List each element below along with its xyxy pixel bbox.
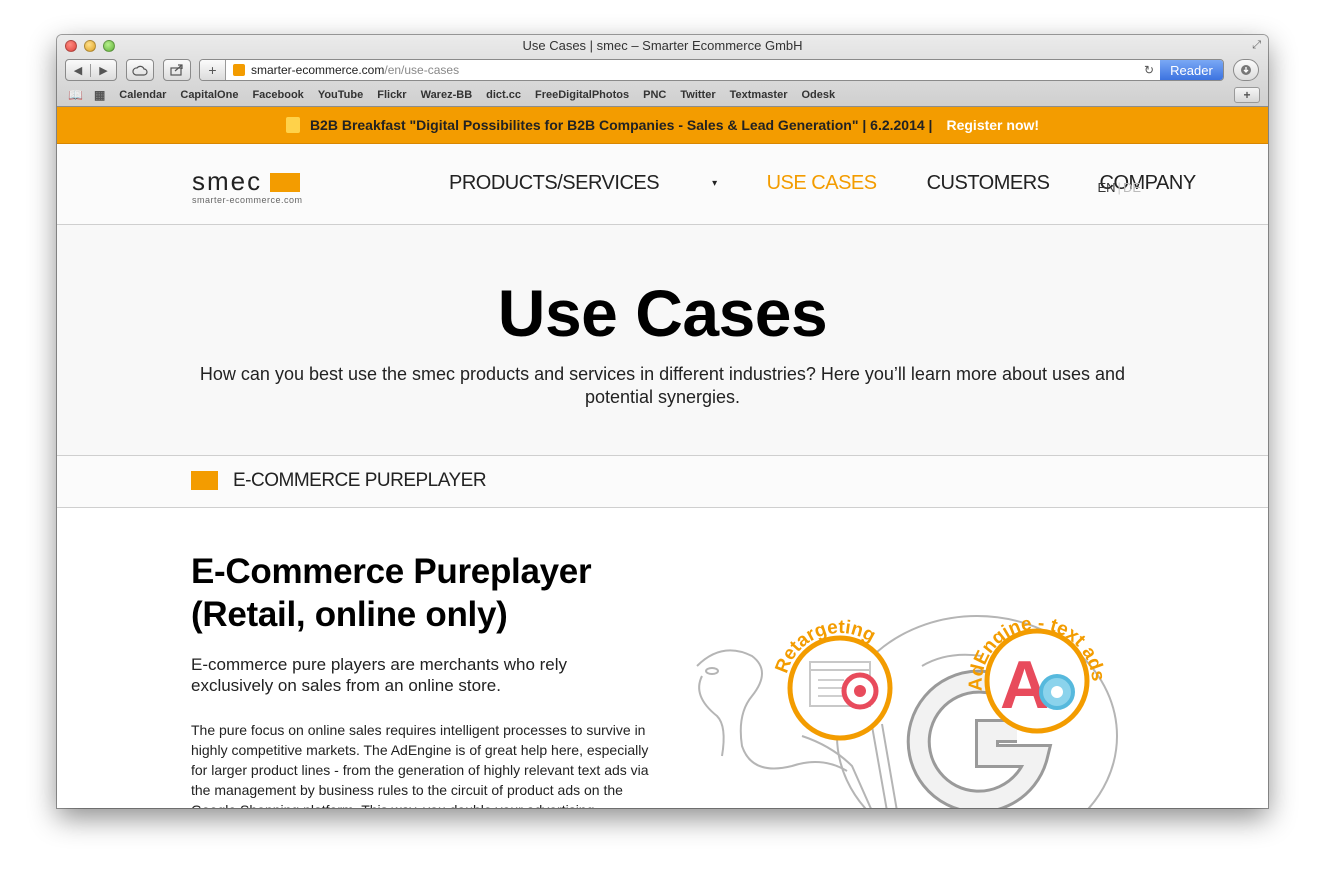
window-title: Use Cases | smec – Smarter Ecommerce Gmb… <box>522 38 803 53</box>
site-favicon-icon <box>233 64 245 76</box>
warning-icon <box>285 117 300 133</box>
register-now-link[interactable]: Register now! <box>946 117 1039 133</box>
retargeting-badge <box>787 635 893 741</box>
use-case-illustration: Retargeting A AdEngine - text ads produ <box>696 613 1118 808</box>
url-path: /en/use-cases <box>384 63 460 77</box>
bookmark-item[interactable]: dict.cc <box>486 89 521 101</box>
lang-separator: | <box>1117 180 1121 195</box>
bookmark-item[interactable]: CapitalOne <box>180 89 238 101</box>
nav-customers[interactable]: CUSTOMERS <box>927 172 1050 195</box>
bookmark-item[interactable]: Textmaster <box>730 89 788 101</box>
add-bookmark-icon[interactable]: + <box>200 60 226 80</box>
section-tab-bar: E-COMMERCE PUREPLAYER <box>57 456 1268 508</box>
bookmark-item[interactable]: PNC <box>643 89 666 101</box>
reload-icon[interactable]: ↻ <box>1144 63 1154 77</box>
download-icon <box>1241 65 1251 75</box>
bookmark-item[interactable]: Facebook <box>252 89 303 101</box>
downloads-button[interactable] <box>1233 59 1259 81</box>
share-icon <box>170 64 183 76</box>
content-area: E-Commerce Pureplayer (Retail, online on… <box>57 508 1268 808</box>
forward-icon[interactable]: ▶ <box>91 64 116 77</box>
url-host: smarter-ecommerce.com <box>251 63 385 77</box>
section-tab-ecommerce-pureplayer[interactable]: E-COMMERCE PUREPLAYER <box>233 470 487 492</box>
bookmark-item[interactable]: Odesk <box>802 89 836 101</box>
bookmark-item[interactable]: YouTube <box>318 89 363 101</box>
hero-section: Use Cases How can you best use the smec … <box>57 225 1268 456</box>
bookmark-item[interactable]: Twitter <box>680 89 715 101</box>
reading-list-icon[interactable]: 📖 <box>68 88 83 102</box>
browser-chrome: Use Cases | smec – Smarter Ecommerce Gmb… <box>57 35 1268 107</box>
logo-mark <box>270 173 301 192</box>
top-sites-grid-icon[interactable]: ▦ <box>94 88 105 102</box>
chevron-down-icon: ▾ <box>712 178 717 190</box>
bookmark-item[interactable]: FreeDigitalPhotos <box>535 89 629 101</box>
content-lead: E-commerce pure players are merchants wh… <box>191 655 568 695</box>
language-switcher: EN | DE <box>1097 180 1141 195</box>
fullscreen-icon[interactable]: ⤢ <box>1252 39 1261 52</box>
smec-logo[interactable]: smec smarter-ecommerce.com <box>192 168 303 205</box>
icloud-tabs-button[interactable] <box>126 59 154 81</box>
bookmarks-bar: 📖 ▦ Calendar CapitalOne Facebook YouTube… <box>57 85 1268 105</box>
back-forward-buttons: ◀ ▶ <box>65 59 117 81</box>
page-subtitle: How can you best use the smec products a… <box>199 364 1126 407</box>
back-icon[interactable]: ◀ <box>66 63 91 77</box>
cloud-icon <box>132 65 148 76</box>
lang-en-link[interactable]: EN <box>1097 180 1115 195</box>
reader-button[interactable]: Reader <box>1160 60 1223 80</box>
promo-banner: B2B Breakfast "Digital Possibilites for … <box>57 107 1268 144</box>
bookmark-item[interactable]: Calendar <box>119 89 166 101</box>
content-title: E-Commerce Pureplayer (Retail, online on… <box>191 552 592 634</box>
section-marker <box>191 471 218 490</box>
promo-text: B2B Breakfast "Digital Possibilites for … <box>309 117 933 133</box>
nav-products-services[interactable]: PRODUCTS/SERVICES ▾ <box>449 172 717 195</box>
bookmark-item[interactable]: Warez-BB <box>421 89 473 101</box>
lang-de-link[interactable]: DE <box>1123 180 1141 195</box>
site-header: smec smarter-ecommerce.com PRODUCTS/SERV… <box>57 144 1268 225</box>
share-button[interactable] <box>163 59 191 81</box>
nav-use-cases[interactable]: USE CASES <box>767 172 877 195</box>
new-tab-button[interactable]: + <box>1234 87 1260 103</box>
logo-word: smec <box>192 166 263 196</box>
browser-toolbar: ◀ ▶ + smarter-ecommerce.com/en/use-cases… <box>57 59 1268 83</box>
page-title: Use Cases <box>497 276 828 350</box>
address-bar[interactable]: + smarter-ecommerce.com/en/use-cases ↻ R… <box>199 59 1224 81</box>
content-body: The pure focus on online sales requires … <box>191 722 649 808</box>
nav-label: PRODUCTS/SERVICES <box>449 172 660 194</box>
bookmark-item[interactable]: Flickr <box>377 89 406 101</box>
web-page: B2B Breakfast "Digital Possibilites for … <box>57 107 1268 808</box>
browser-window: Use Cases | smec – Smarter Ecommerce Gmb… <box>57 35 1268 808</box>
logo-subtext: smarter-ecommerce.com <box>192 195 303 205</box>
